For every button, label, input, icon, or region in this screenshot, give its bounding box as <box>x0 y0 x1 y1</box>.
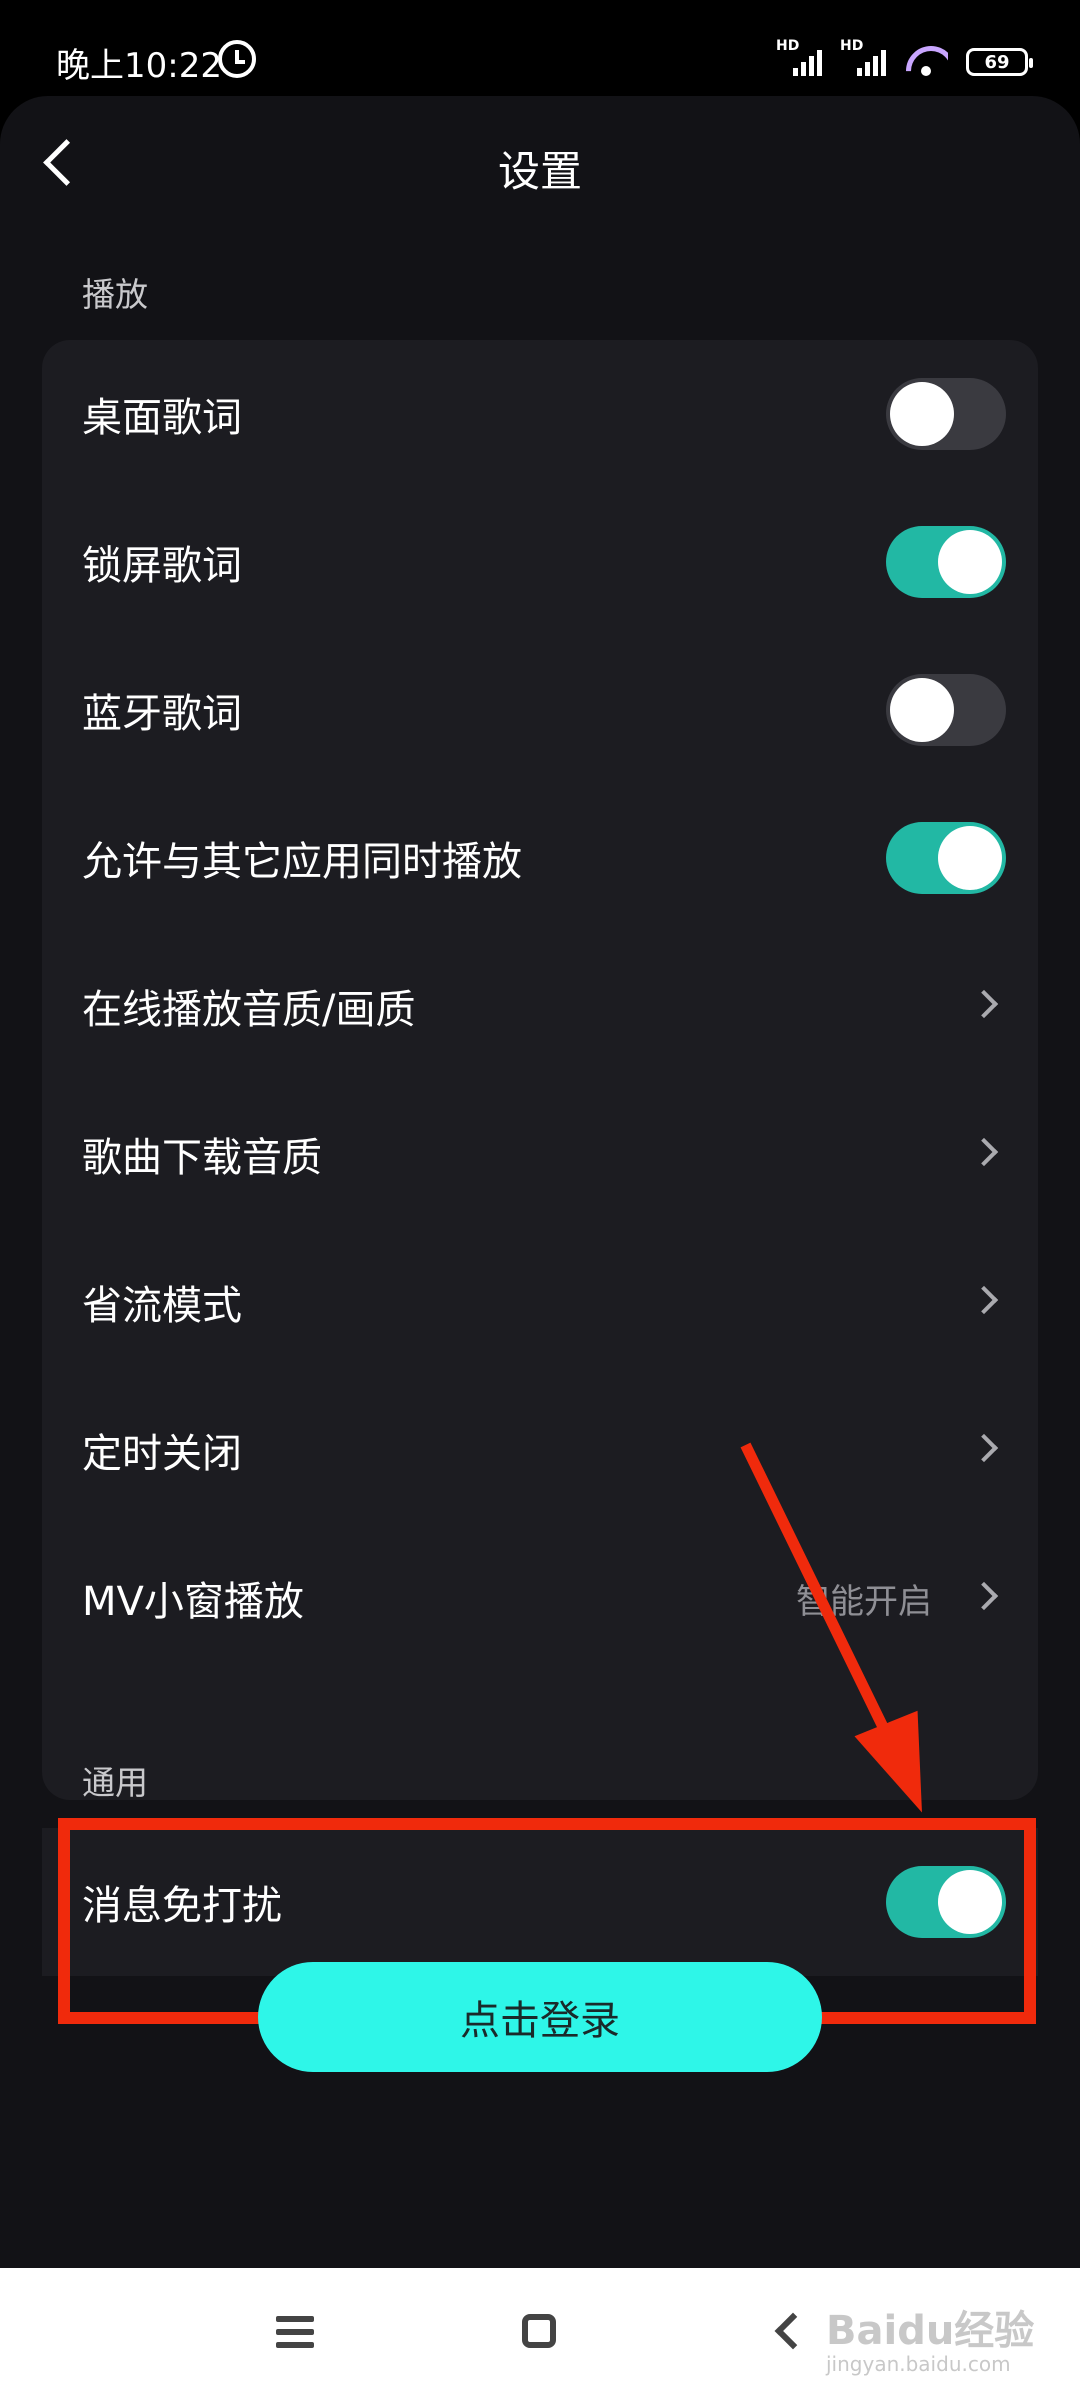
setting-row-sleep-timer[interactable]: 定时关闭 <box>42 1376 1038 1524</box>
home-button[interactable] <box>522 2314 556 2348</box>
setting-label: 省流模式 <box>82 1283 242 1329</box>
cellular-signal-icon: HD <box>776 38 822 76</box>
setting-label: 歌曲下载音质 <box>82 1135 322 1181</box>
setting-label: 蓝牙歌词 <box>82 691 242 737</box>
battery-icon: 69 <box>966 48 1033 76</box>
lockscreen-lyrics-toggle[interactable] <box>886 526 1006 598</box>
setting-row-online-quality[interactable]: 在线播放音质/画质 <box>42 932 1038 1080</box>
system-nav-bar: Baidu经验 jingyan.baidu.com <box>0 2268 1080 2400</box>
setting-label: 在线播放音质/画质 <box>82 987 416 1033</box>
setting-row-data-saver[interactable]: 省流模式 <box>42 1228 1038 1376</box>
alarm-icon <box>218 40 256 78</box>
header: 设置 <box>0 96 1080 226</box>
setting-label: 允许与其它应用同时播放 <box>82 839 522 885</box>
setting-row-mv-mini-window[interactable]: MV小窗播放 智能开启 <box>42 1524 1038 1672</box>
cellular-signal-icon-2: HD <box>840 38 886 76</box>
playback-settings-card: 桌面歌词 锁屏歌词 蓝牙歌词 允许与其它应用同时播放 在线播放音质/画质 歌曲下… <box>42 340 1038 1800</box>
chevron-right-icon <box>969 1137 999 1167</box>
watermark-logo: Baidu经验 <box>826 2308 1035 2354</box>
recent-apps-button[interactable] <box>276 2316 314 2348</box>
desktop-lyrics-toggle[interactable] <box>886 378 1006 450</box>
mix-playback-toggle[interactable] <box>886 822 1006 894</box>
chevron-right-icon <box>969 989 999 1019</box>
setting-row-download-quality[interactable]: 歌曲下载音质 <box>42 1080 1038 1228</box>
setting-label: 锁屏歌词 <box>82 543 242 589</box>
chevron-right-icon <box>969 1581 999 1611</box>
setting-row-mix-playback[interactable]: 允许与其它应用同时播放 <box>42 784 1038 932</box>
login-button[interactable]: 点击登录 <box>258 1962 822 2072</box>
setting-label: MV小窗播放 <box>82 1579 304 1625</box>
status-icons: HD HD 69 <box>776 38 1033 76</box>
status-bar: 晚上10:22 HD HD 69 <box>0 0 1080 100</box>
chevron-right-icon <box>969 1285 999 1315</box>
setting-row-bluetooth-lyrics[interactable]: 蓝牙歌词 <box>42 636 1038 784</box>
status-time: 晚上10:22 <box>56 46 222 86</box>
nav-back-button[interactable] <box>774 2312 812 2350</box>
section-label-playback: 播放 <box>82 275 148 314</box>
section-label-general: 通用 <box>82 1763 148 1802</box>
setting-label: 定时关闭 <box>82 1431 242 1477</box>
wifi-icon <box>904 42 948 76</box>
bluetooth-lyrics-toggle[interactable] <box>886 674 1006 746</box>
setting-row-lockscreen-lyrics[interactable]: 锁屏歌词 <box>42 488 1038 636</box>
chevron-right-icon <box>969 1433 999 1463</box>
setting-row-desktop-lyrics[interactable]: 桌面歌词 <box>42 340 1038 488</box>
watermark-url: jingyan.baidu.com <box>826 2352 1011 2376</box>
battery-level: 69 <box>984 51 1010 73</box>
setting-label: 桌面歌词 <box>82 395 242 441</box>
page-title: 设置 <box>497 147 582 196</box>
